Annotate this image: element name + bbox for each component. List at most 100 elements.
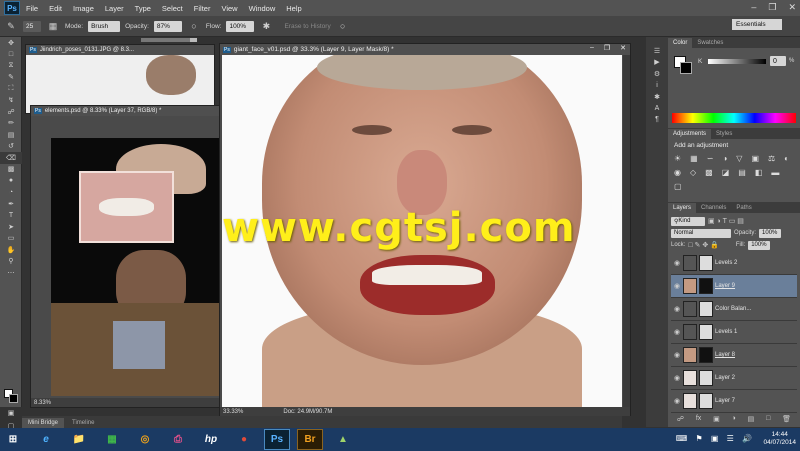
tab-swatches[interactable]: Swatches [692, 38, 728, 48]
zoom-level[interactable]: 8.33% [34, 400, 51, 406]
healing-tool-icon[interactable]: ☍ [0, 106, 22, 118]
menu-help[interactable]: Help [286, 4, 301, 13]
menu-file[interactable]: File [26, 4, 38, 13]
doc-size-info[interactable]: Doc: 24.9M/90.7M [283, 409, 332, 415]
restore-icon[interactable]: ❐ [768, 2, 776, 13]
layer-mask-thumbnail[interactable] [699, 324, 713, 340]
tray-icons[interactable]: ⌨ ⚑ ▣ ☰ 🔊 [676, 434, 755, 443]
brush-size-picker[interactable]: 25 [23, 20, 41, 32]
media-icon[interactable]: ◎ [132, 429, 158, 450]
quick-select-tool-icon[interactable]: ✎ [0, 72, 22, 84]
marquee-tool-icon[interactable]: □ [0, 49, 22, 61]
visibility-eye-icon[interactable]: ◉ [671, 282, 683, 290]
menu-view[interactable]: View [221, 4, 237, 13]
system-clock[interactable]: 14:44 04/07/2014 [763, 431, 796, 447]
dodge-tool-icon[interactable]: ◔ [0, 187, 22, 199]
add-mask-icon[interactable]: ▣ [713, 415, 720, 423]
invert-icon[interactable]: ◪ [722, 168, 730, 177]
new-layer-icon[interactable]: □ [766, 415, 770, 423]
tab-styles[interactable]: Styles [711, 129, 737, 139]
photo-filter-icon[interactable]: ◉ [674, 168, 681, 177]
canvas-scrollbar[interactable] [623, 55, 630, 407]
close-icon[interactable]: ✕ [620, 44, 626, 52]
zoom-level[interactable]: 33.33% [223, 409, 243, 415]
trash-icon[interactable]: 🗑 [782, 415, 791, 423]
curves-icon[interactable]: ∽ [707, 154, 714, 163]
layer-row[interactable]: ◉ Color Balan... [671, 298, 797, 321]
minimize-icon[interactable]: – [751, 2, 756, 13]
remote-icon[interactable]: ⎙ [165, 429, 191, 450]
black-white-icon[interactable]: ◐ [784, 154, 789, 163]
photoshop-taskbar-icon[interactable]: Ps [264, 429, 290, 450]
tab-color[interactable]: Color [668, 38, 693, 48]
layer-name[interactable]: Levels 2 [715, 260, 737, 266]
document-titlebar[interactable]: Ps elements.psd @ 8.33% (Layer 37, RGB/8… [31, 106, 219, 116]
layer-mask-thumbnail[interactable] [699, 370, 713, 386]
brush-tool-icon[interactable]: ✏ [0, 118, 22, 130]
tab-channels[interactable]: Channels [696, 203, 731, 213]
close-icon[interactable]: ✕ [788, 2, 796, 13]
document-titlebar[interactable]: Ps Jiindrich_poses_0131.JPG @ 8.3... [26, 45, 214, 55]
link-layers-icon[interactable]: ☍ [677, 415, 684, 423]
layer-row[interactable]: ◉ Levels 2 [671, 252, 797, 275]
layer-mask-thumbnail[interactable] [699, 393, 713, 409]
k-slider[interactable] [708, 59, 766, 64]
hue-saturation-icon[interactable]: ▣ [751, 154, 759, 163]
visibility-eye-icon[interactable]: ◉ [671, 328, 683, 336]
pen-tool-icon[interactable]: ✒ [0, 198, 22, 210]
ie-icon[interactable]: e [33, 429, 59, 450]
paragraph-panel-icon[interactable]: ¶ [646, 114, 668, 126]
bridge-taskbar-icon[interactable]: Br [297, 429, 323, 450]
opacity-slider[interactable] [140, 37, 198, 43]
store-icon[interactable]: ▦ [99, 429, 125, 450]
layer-mask-thumbnail[interactable] [699, 255, 713, 271]
eraser-tool-icon[interactable]: ✎ [4, 20, 18, 32]
layer-opacity-field[interactable]: 100% [759, 228, 782, 238]
layer-name[interactable]: Color Balan... [715, 306, 751, 312]
posterize-icon[interactable]: ▤ [738, 168, 746, 177]
type-tool-icon[interactable]: T [0, 210, 22, 222]
layer-name[interactable]: Layer 2 [715, 375, 735, 381]
minimize-icon[interactable]: – [590, 44, 594, 52]
exposure-icon[interactable]: ◑ [722, 154, 727, 163]
gradient-map-icon[interactable]: ▬ [771, 168, 779, 177]
chrome-icon[interactable]: ● [231, 429, 257, 450]
color-ramp[interactable] [672, 113, 796, 123]
flow-field[interactable]: 100% [226, 20, 255, 32]
hand-tool-icon[interactable]: ✋ [0, 244, 22, 256]
opacity-field[interactable]: 87% [153, 20, 182, 32]
pressure-size-icon[interactable]: ○ [336, 20, 350, 32]
tab-layers[interactable]: Layers [668, 203, 697, 213]
lock-icons[interactable]: □ ✎ ✥ 🔒 [688, 241, 719, 249]
move-tool-icon[interactable]: ✥ [0, 37, 22, 49]
layer-name[interactable]: Levels 1 [715, 329, 737, 335]
layer-mask-thumbnail[interactable] [699, 278, 713, 294]
layer-name[interactable]: Layer 8 [715, 352, 735, 358]
zoom-tool-icon[interactable]: ⚲ [0, 256, 22, 268]
menu-layer[interactable]: Layer [105, 4, 124, 13]
visibility-eye-icon[interactable]: ◉ [671, 397, 683, 405]
selective-color-icon[interactable]: ▢ [674, 182, 682, 191]
layer-row[interactable]: ◉ Layer 8 [671, 344, 797, 367]
airbrush-icon[interactable]: ✱ [259, 20, 273, 32]
workspace-select[interactable]: Essentials [732, 19, 782, 30]
path-select-tool-icon[interactable]: ➤ [0, 221, 22, 233]
color-lookup-icon[interactable]: ▩ [705, 168, 713, 177]
gradient-tool-icon[interactable]: ▩ [0, 164, 22, 176]
erase-to-history-checkbox[interactable]: Erase to History [284, 23, 330, 30]
layer-name[interactable]: Layer 9 [715, 283, 735, 289]
more-tools-icon[interactable]: ⋯ [0, 267, 22, 279]
layer-row[interactable]: ◉ Layer 9 [671, 275, 797, 298]
fx-icon[interactable]: fx [696, 415, 701, 423]
menu-type[interactable]: Type [135, 4, 151, 13]
color-balance-icon[interactable]: ⚖ [768, 154, 775, 163]
visibility-eye-icon[interactable]: ◉ [671, 305, 683, 313]
layer-row[interactable]: ◉ Layer 7 [671, 390, 797, 413]
threshold-icon[interactable]: ◧ [755, 168, 763, 177]
layer-mask-thumbnail[interactable] [699, 301, 713, 317]
menu-image[interactable]: Image [73, 4, 94, 13]
history-brush-tool-icon[interactable]: ↺ [0, 141, 22, 153]
brush-presets-icon[interactable]: ✱ [646, 91, 668, 103]
tab-mini-bridge[interactable]: Mini Bridge [22, 418, 65, 428]
tab-timeline[interactable]: Timeline [66, 418, 101, 428]
